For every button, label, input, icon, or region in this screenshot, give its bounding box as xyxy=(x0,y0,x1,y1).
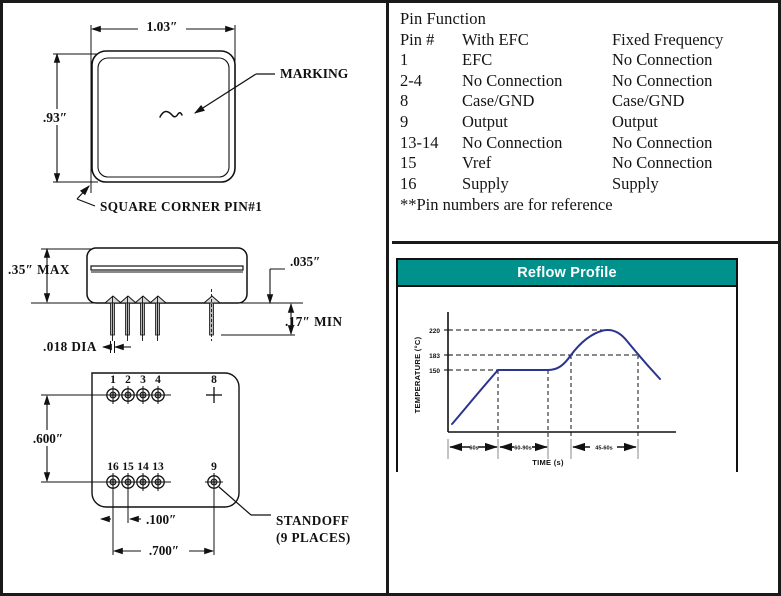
table-header-row: Pin # With EFC Fixed Frequency xyxy=(400,30,723,51)
ytick-label-183: 183 xyxy=(429,353,440,360)
interval-label-3: 45-60s xyxy=(595,446,612,452)
side-pin xyxy=(133,295,153,341)
table-row: 8 Case/GND Case/GND xyxy=(400,91,723,112)
ytick-label-220: 220 xyxy=(429,328,440,335)
bottom-view-group: 1 2 3 4 8 16 15 14 13 9 .600″ .100″ .700… xyxy=(25,372,351,558)
chart-x-axis-label: TIME (s) xyxy=(532,458,564,467)
bottom-view-row-width: .700″ xyxy=(149,543,179,558)
pin-number-16: 16 xyxy=(107,461,119,473)
marking-label: MARKING xyxy=(280,66,349,81)
cell-fixed: No Connection xyxy=(612,153,713,173)
side-view-pin-dia: .018 DIA xyxy=(43,339,97,354)
pin-function-table: Pin # With EFC Fixed Frequency 1 EFC No … xyxy=(400,30,723,195)
pin-function-title: Pin Function xyxy=(400,9,487,28)
interval-annotation-60s: 60s xyxy=(449,442,498,452)
cell-efc: No Connection xyxy=(462,132,563,152)
cell-fixed: Case/GND xyxy=(612,91,685,111)
cell-pin: 8 xyxy=(400,91,409,111)
pin-number-9: 9 xyxy=(211,461,217,473)
cell-fixed: No Connection xyxy=(612,132,713,152)
header-fixed-frequency: Fixed Frequency xyxy=(612,29,724,49)
standoff-label-line2: (9 PLACES) xyxy=(276,530,351,545)
cell-pin: 16 xyxy=(400,173,417,193)
pin-function-note: **Pin numbers are for reference xyxy=(400,195,613,215)
cell-pin: 13-14 xyxy=(400,132,439,152)
standoff-label-line1: STANDOFF xyxy=(276,513,349,528)
top-view-width-dim: 1.03″ xyxy=(146,19,177,34)
right-column: Pin Function Pin # With EFC Fixed Freque… xyxy=(392,3,781,593)
side-view-height-max: .35″ MAX xyxy=(8,262,70,277)
pin-pad xyxy=(149,473,167,491)
side-view-pin-min: .17″ MIN xyxy=(285,314,342,329)
pin-pad xyxy=(149,386,167,404)
reflow-profile-panel: Reflow Profile 220 183 150 TEMPERATURE (… xyxy=(396,258,738,472)
interval-annotation-60-90s: 60-90s xyxy=(499,442,548,452)
cell-fixed: Output xyxy=(612,111,658,131)
cell-efc: Supply xyxy=(462,173,509,193)
square-corner-label: SQUARE CORNER PIN#1 xyxy=(100,199,262,214)
table-row: 2-4 No Connection No Connection xyxy=(400,71,723,92)
cell-efc: EFC xyxy=(462,50,493,70)
mechanical-drawings-panel: 1.03″ .93″ MARKING SQUARE CORNER PIN#1 .… xyxy=(3,3,389,593)
side-pin xyxy=(148,295,168,341)
side-pin xyxy=(118,295,138,341)
interval-label-2: 60-90s xyxy=(514,446,531,452)
top-view-height-dim: .93″ xyxy=(43,110,67,125)
mechanical-drawings-svg: 1.03″ .93″ MARKING SQUARE CORNER PIN#1 .… xyxy=(8,19,351,558)
cell-fixed: No Connection xyxy=(612,50,713,70)
marking-squiggle xyxy=(159,110,183,118)
pin-number-15: 15 xyxy=(122,461,134,473)
reflow-profile-title: Reflow Profile xyxy=(517,264,617,281)
bottom-view-pin-pitch: .100″ xyxy=(146,512,176,527)
reflow-curve xyxy=(451,329,661,425)
reflow-profile-header: Reflow Profile xyxy=(398,260,736,287)
cell-pin: 9 xyxy=(400,111,409,131)
top-view-group: 1.03″ .93″ MARKING SQUARE CORNER PIN#1 xyxy=(33,19,349,214)
table-row: 9 Output Output xyxy=(400,112,723,133)
cell-fixed: Supply xyxy=(612,173,659,193)
pin-number-14: 14 xyxy=(137,461,149,473)
cell-efc: Vref xyxy=(462,153,492,173)
table-row: 15 Vref No Connection xyxy=(400,153,723,174)
side-view-seam-dim: .035″ xyxy=(290,254,320,269)
pin-number-2: 2 xyxy=(125,374,131,386)
pin-number-1: 1 xyxy=(110,374,116,386)
cell-efc: Case/GND xyxy=(462,91,535,111)
header-with-efc: With EFC xyxy=(462,29,529,49)
cell-pin: 2-4 xyxy=(400,70,422,90)
chart-y-axis-label: TEMPERATURE (°C) xyxy=(413,336,422,413)
bottom-view-row-spacing: .600″ xyxy=(33,431,63,446)
pin-number-4: 4 xyxy=(155,374,161,386)
reflow-chart-svg: 220 183 150 TEMPERATURE (°C) 60s 60-90s … xyxy=(413,312,676,467)
bottom-view-pin-row-top xyxy=(104,386,167,404)
side-view-group: .35″ MAX .035″ .17″ MIN .018 DIA xyxy=(8,247,342,354)
cell-efc: No Connection xyxy=(462,70,563,90)
cell-efc: Output xyxy=(462,111,508,131)
reflow-chart-container: 220 183 150 TEMPERATURE (°C) 60s 60-90s … xyxy=(398,287,736,472)
side-pin xyxy=(103,295,123,341)
cell-fixed: No Connection xyxy=(612,70,713,90)
interval-annotation-45-60s: 45-60s xyxy=(572,442,637,452)
pin-number-13: 13 xyxy=(152,461,164,473)
table-row: 1 EFC No Connection xyxy=(400,50,723,71)
table-row: 13-14 No Connection No Connection xyxy=(400,133,723,154)
pin-function-panel: Pin Function Pin # With EFC Fixed Freque… xyxy=(392,3,781,244)
cell-pin: 1 xyxy=(400,50,409,70)
interval-label-1: 60s xyxy=(469,446,478,452)
pin-number-8: 8 xyxy=(211,374,217,386)
pin-number-3: 3 xyxy=(140,374,146,386)
table-row: 16 Supply Supply xyxy=(400,174,723,195)
datasheet-page: 1.03″ .93″ MARKING SQUARE CORNER PIN#1 .… xyxy=(0,0,781,596)
pin-8-crosshair xyxy=(206,387,222,403)
ytick-label-150: 150 xyxy=(429,368,440,375)
header-pin-number: Pin # xyxy=(400,29,435,49)
cell-pin: 15 xyxy=(400,153,417,173)
